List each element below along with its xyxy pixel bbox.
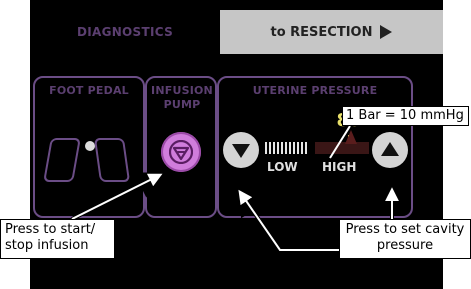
- pressure-gauge-low: [265, 142, 307, 154]
- gauge-high-label: HIGH: [322, 160, 357, 174]
- decrease-pressure-button[interactable]: [223, 132, 259, 168]
- infusion-callout: Press to start/ stop infusion: [0, 219, 115, 259]
- gauge-pointer-icon: [345, 130, 357, 144]
- play-arrow-icon: [380, 25, 393, 39]
- infusion-pump-panel: INFUSION PUMP: [145, 76, 217, 218]
- uterine-pressure-title: UTERINE PRESSURE: [252, 84, 378, 97]
- tab-to-resection-label: to RESECTION: [270, 24, 373, 40]
- foot-pedal-right-icon: [93, 138, 131, 182]
- chevron-up-icon: [381, 142, 399, 156]
- infusion-pump-button[interactable]: [161, 132, 201, 172]
- tab-to-resection[interactable]: to RESECTION: [220, 10, 443, 54]
- bar-conversion-callout: 1 Bar = 10 mmHg: [342, 106, 469, 126]
- foot-pedal-left-icon: [43, 138, 81, 182]
- foot-pedal-indicator-icon: [85, 141, 95, 151]
- tab-diagnostics[interactable]: DIAGNOSTICS: [30, 10, 220, 54]
- foot-pedal-title: FOOT PEDAL: [49, 84, 129, 97]
- increase-pressure-button[interactable]: [372, 132, 408, 168]
- infusion-pump-title: INFUSION PUMP: [151, 84, 213, 111]
- gauge-low-label: LOW: [267, 160, 298, 174]
- tab-diagnostics-label: DIAGNOSTICS: [76, 25, 174, 39]
- cavity-pressure-callout: Press to set cavity pressure: [339, 219, 471, 259]
- pressure-gauge-high: [315, 142, 369, 154]
- uterine-pressure-panel: UTERINE PRESSURE 85 LOW HIGH: [217, 76, 413, 218]
- foot-pedal-panel: FOOT PEDAL: [33, 76, 145, 218]
- pump-icon: [169, 140, 193, 164]
- chevron-down-icon: [232, 144, 250, 158]
